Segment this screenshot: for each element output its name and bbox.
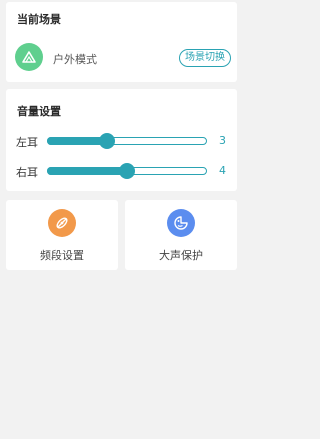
current-scene-card: 当前场景 户外模式 场景切换 [6, 2, 237, 82]
frequency-band-icon [48, 209, 76, 237]
switch-scene-button[interactable]: 场景切换 [179, 49, 231, 67]
loud-protection-label: 大声保护 [159, 249, 203, 262]
right-ear-slider-thumb[interactable] [119, 163, 135, 179]
right-ear-slider[interactable] [47, 163, 207, 179]
right-ear-volume-row: 右耳 4 [6, 161, 237, 181]
left-ear-value: 3 [219, 134, 226, 147]
left-ear-volume-row: 左耳 3 [6, 131, 237, 151]
right-ear-value: 4 [219, 164, 226, 177]
right-ear-slider-fill [47, 167, 128, 175]
loud-protection-icon [167, 209, 195, 237]
scene-mode-name: 户外模式 [53, 53, 97, 66]
current-scene-title: 当前场景 [17, 13, 61, 26]
mountain-icon [15, 43, 43, 71]
left-ear-label: 左耳 [16, 136, 38, 149]
frequency-band-settings-tile[interactable]: 频段设置 [6, 200, 118, 270]
left-ear-slider[interactable] [47, 133, 207, 149]
frequency-band-label: 频段设置 [40, 249, 84, 262]
loud-protection-tile[interactable]: 大声保护 [125, 200, 237, 270]
volume-settings-title: 音量设置 [17, 105, 61, 118]
volume-settings-card: 音量设置 左耳 3 右耳 4 [6, 89, 237, 191]
left-ear-slider-thumb[interactable] [99, 133, 115, 149]
right-ear-label: 右耳 [16, 166, 38, 179]
